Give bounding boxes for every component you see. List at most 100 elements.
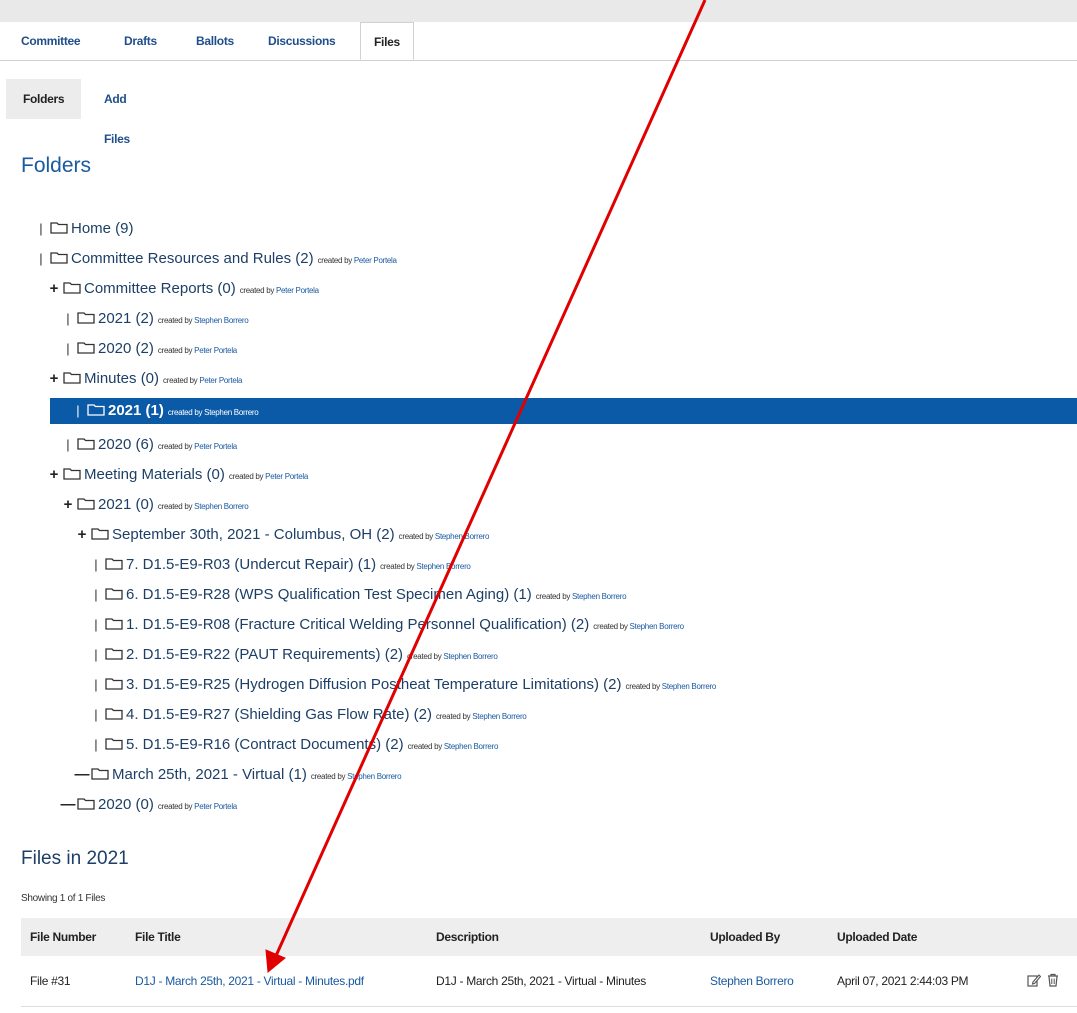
tree-line-icon: | [94,557,98,572]
expand-icon[interactable]: + [46,366,62,392]
folder-row[interactable]: | 6. D1.5-E9-R28 (WPS Qualification Test … [0,582,1077,608]
creator-link[interactable]: Stephen Borrero [204,408,259,417]
creator-link[interactable]: Peter Portela [194,346,237,355]
creator-link[interactable]: Peter Portela [199,376,242,385]
folder-label[interactable]: 2021 (1) [108,402,164,419]
tab-ballots[interactable]: Ballots [196,22,234,60]
folder-row[interactable]: + Meeting Materials (0) created by Peter P… [0,462,1077,488]
tab-discussions[interactable]: Discussions [268,22,336,60]
tree-line-icon: | [94,737,98,752]
col-file-title[interactable]: File Title [135,918,181,956]
folder-label[interactable]: Minutes (0) [84,370,159,387]
folder-row[interactable]: | 2020 (6) created by Peter Portela [0,432,1077,458]
folder-row[interactable]: | 7. D1.5-E9-R03 (Undercut Repair) (1) cre… [0,552,1077,578]
folder-label[interactable]: 2020 (6) [98,436,154,453]
folder-row[interactable]: + September 30th, 2021 - Columbus, OH (2)… [0,522,1077,548]
creator-link[interactable]: Peter Portela [354,256,397,265]
folder-label[interactable]: 3. D1.5-E9-R25 (Hydrogen Diffusion Posth… [126,676,622,693]
expand-icon[interactable]: + [46,462,62,488]
created-by-text: created by [398,532,435,541]
uploaded-date: April 07, 2021 2:44:03 PM [837,974,969,988]
folder-icon [50,252,68,264]
creator-link[interactable]: Peter Portela [194,802,237,811]
folder-label[interactable]: 1. D1.5-E9-R08 (Fracture Critical Weldin… [126,616,589,633]
folder-label[interactable]: 2020 (0) [98,796,154,813]
uploader-link[interactable]: Stephen Borrero [710,956,794,1006]
creator-link[interactable]: Stephen Borrero [662,682,717,691]
folder-label[interactable]: 5. D1.5-E9-R16 (Contract Documents) (2) [126,736,404,753]
creator-link[interactable]: Peter Portela [265,472,308,481]
expand-icon[interactable]: + [60,492,76,518]
folder-row[interactable]: + Committee Reports (0) created by Peter P… [0,276,1077,302]
col-uploaded-by[interactable]: Uploaded By [710,918,780,956]
folder-row[interactable]: + Minutes (0) created by Peter Portela [0,366,1077,392]
col-file-number[interactable]: File Number [30,918,96,956]
tab-committee[interactable]: Committee [21,22,81,60]
folder-row[interactable]: | 3. D1.5-E9-R25 (Hydrogen Diffusion Post… [0,672,1077,698]
tab-files[interactable]: Files [360,22,414,60]
creator-link[interactable]: Stephen Borrero [630,622,685,631]
edit-icon[interactable] [1027,973,1041,987]
subtab-folders[interactable]: Folders [6,79,82,119]
file-title-link[interactable]: D1J - March 25th, 2021 - Virtual - Minut… [135,956,364,1006]
creator-link[interactable]: Stephen Borrero [416,562,471,571]
folder-icon [105,678,123,690]
folder-row[interactable]: +2021 (0) created by Stephen Borrero [0,492,1077,518]
collapse-icon[interactable]: — [74,762,90,788]
col-description[interactable]: Description [436,918,499,956]
creator-link[interactable]: Stephen Borrero [572,592,627,601]
folder-row[interactable]: | 2021 (1) created by Stephen Borrero [50,398,1077,424]
folder-row[interactable]: | 2021 (2) created by Stephen Borrero [0,306,1077,332]
folder-label[interactable]: 4. D1.5-E9-R27 (Shielding Gas Flow Rate)… [126,706,432,723]
creator-link[interactable]: Stephen Borrero [435,532,490,541]
folder-row[interactable]: | Committee Resources and Rules (2) create… [0,246,1077,272]
folder-label[interactable]: Committee Resources and Rules (2) [71,250,314,267]
creator-link[interactable]: Stephen Borrero [472,712,527,721]
folder-label[interactable]: September 30th, 2021 - Columbus, OH (2) [112,526,395,543]
folder-row[interactable]: — March 25th, 2021 - Virtual (1) created b… [0,762,1077,788]
folder-label[interactable]: 2020 (2) [98,340,154,357]
folder-row[interactable]: | 5. D1.5-E9-R16 (Contract Documents) (2)… [0,732,1077,758]
creator-link[interactable]: Peter Portela [276,286,319,295]
expand-icon[interactable]: + [46,276,62,302]
folder-row[interactable]: | 2020 (2) created by Peter Portela [0,336,1077,362]
folder-label[interactable]: 2021 (2) [98,310,154,327]
folder-row[interactable]: — 2020 (0) created by Peter Portela [0,792,1077,818]
trash-icon[interactable] [1046,973,1060,987]
folder-icon [91,528,109,540]
folder-label[interactable]: 2021 (0) [98,496,154,513]
folder-label[interactable]: Meeting Materials (0) [84,466,225,483]
table-row: File #31 D1J - March 25th, 2021 - Virtua… [21,956,1077,1007]
tree-line-icon: | [66,437,70,452]
created-by-text: created by [625,682,662,691]
creator-link[interactable]: Stephen Borrero [443,652,498,661]
creator-link[interactable]: Peter Portela [194,442,237,451]
tab-drafts[interactable]: Drafts [124,22,157,60]
folder-label[interactable]: 7. D1.5-E9-R03 (Undercut Repair) (1) [126,556,376,573]
collapse-icon[interactable]: — [60,792,76,818]
folder-row[interactable]: | 2. D1.5-E9-R22 (PAUT Requirements) (2) c… [0,642,1077,668]
creator-link[interactable]: Stephen Borrero [347,772,402,781]
folder-row[interactable]: | Home (9) [0,216,1077,242]
folder-label[interactable]: 2. D1.5-E9-R22 (PAUT Requirements) (2) [126,646,403,663]
folder-label[interactable]: March 25th, 2021 - Virtual (1) [112,766,307,783]
created-by-text: created by [310,772,348,781]
folder-label[interactable]: 6. D1.5-E9-R28 (WPS Qualification Test S… [126,586,532,603]
tree-line-icon: | [76,403,80,418]
folder-label[interactable]: Committee Reports (0) [84,280,236,297]
tree-line-icon: | [94,587,98,602]
creator-link[interactable]: Stephen Borrero [194,502,249,511]
creator-link[interactable]: Stephen Borrero [194,316,249,325]
folder-icon [105,618,123,630]
expand-icon[interactable]: + [74,522,90,548]
subtab-add-files[interactable]: Add Files [104,79,130,146]
folder-label[interactable]: Home (9) [71,220,134,237]
created-by-text: created by [239,286,276,295]
folder-icon [77,798,95,810]
creator-link[interactable]: Stephen Borrero [444,742,499,751]
folder-row[interactable]: | 1. D1.5-E9-R08 (Fracture Critical Weldi… [0,612,1077,638]
folder-row[interactable]: | 4. D1.5-E9-R27 (Shielding Gas Flow Rate… [0,702,1077,728]
created-by-text: created by [407,652,444,661]
folder-icon [77,438,95,450]
col-uploaded-date[interactable]: Uploaded Date [837,918,917,956]
